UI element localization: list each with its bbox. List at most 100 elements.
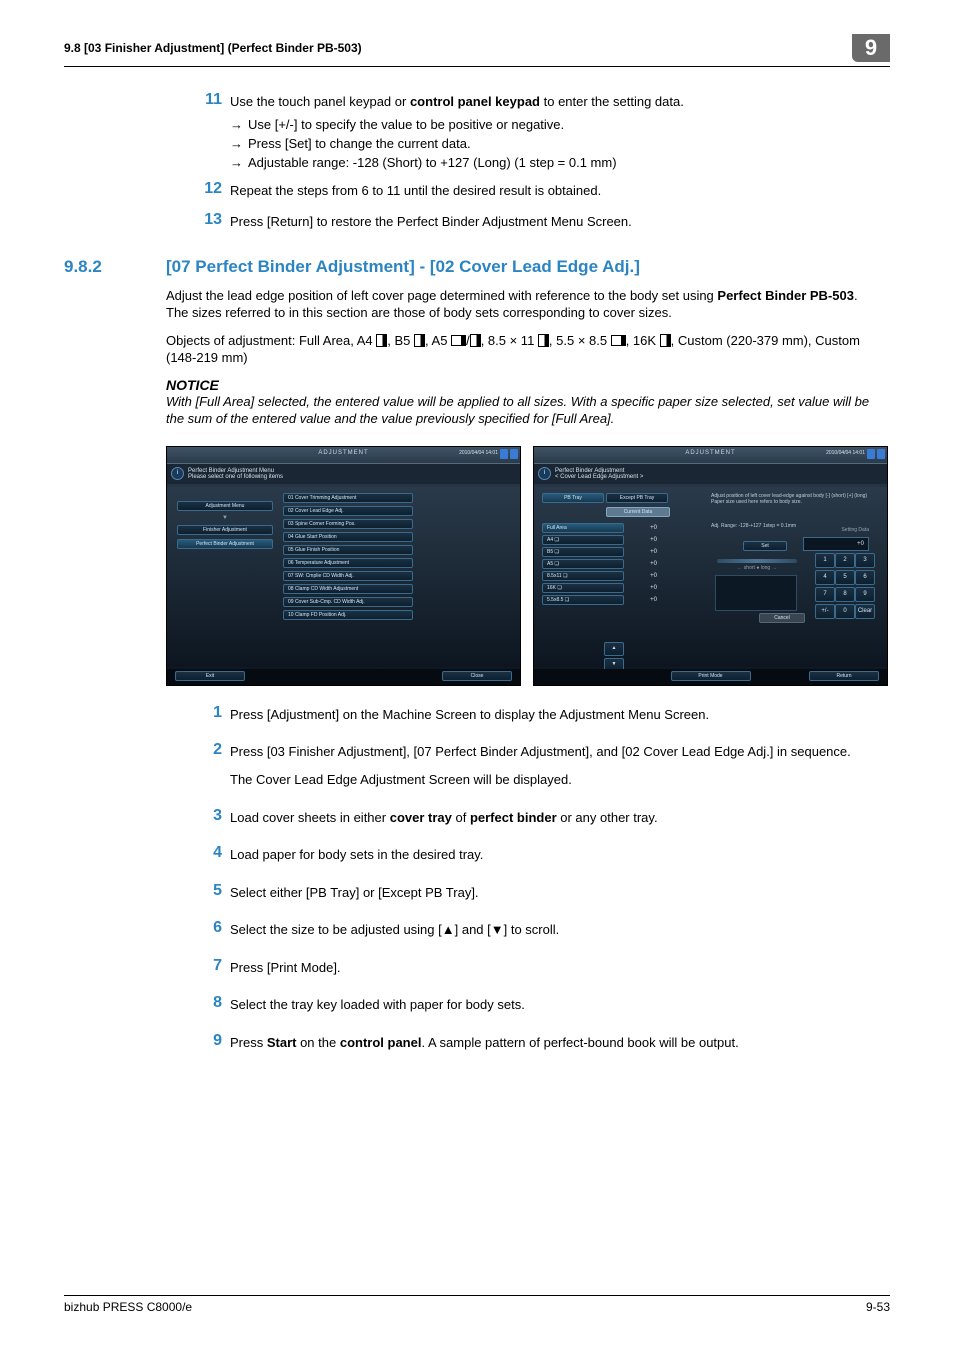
keypad-key[interactable]: Clear: [855, 604, 875, 619]
orientation-icon: [538, 334, 549, 347]
embedded-screenshots: 2010/04/04 14:01 i Perfect Binder Adjust…: [166, 446, 890, 686]
menu-item[interactable]: 01 Cover Trimming Adjustment: [283, 493, 413, 503]
size-button[interactable]: Full Area: [542, 523, 624, 533]
menu-item[interactable]: 05 Glue Finish Position: [283, 545, 413, 555]
illustration-box: [715, 575, 797, 611]
cancel-button-wrap: Cancel: [759, 613, 805, 625]
keypad-key[interactable]: 2: [835, 553, 855, 568]
size-row: B5 ❏+0: [542, 547, 682, 557]
keypad-key[interactable]: 8: [835, 587, 855, 602]
keypad-key[interactable]: 6: [855, 570, 875, 585]
menu-item[interactable]: 10 Clamp FD Position Adj.: [283, 610, 413, 620]
keypad-key[interactable]: 4: [815, 570, 835, 585]
menu-item[interactable]: 08 Clamp CD Width Adjustment: [283, 584, 413, 594]
screenshot-menu: 2010/04/04 14:01 i Perfect Binder Adjust…: [166, 446, 521, 686]
print-mode-button[interactable]: Print Mode: [671, 671, 751, 681]
keypad-key[interactable]: 7: [815, 587, 835, 602]
arrow-up-button[interactable]: ▲: [604, 642, 624, 656]
menu-item[interactable]: 07 SW: Cmplie CD Width Adj.: [283, 571, 413, 581]
size-value: +0: [627, 597, 657, 603]
running-header: 9.8 [03 Finisher Adjustment] (Perfect Bi…: [64, 34, 890, 62]
size-button[interactable]: 5.5x8.5 ❏: [542, 595, 624, 605]
step-block-main: 1 Press [Adjustment] on the Machine Scre…: [186, 704, 870, 1051]
menu-item[interactable]: 02 Cover Lead Edge Adj.: [283, 506, 413, 516]
keypad-key[interactable]: 9: [855, 587, 875, 602]
screen-bottombar: Exit Close: [167, 669, 520, 685]
step-text: Press Start on the control panel. A samp…: [230, 1032, 870, 1052]
step-text: Load cover sheets in either cover tray o…: [230, 807, 870, 827]
notice-body: With [Full Area] selected, the entered v…: [166, 393, 870, 428]
return-button[interactable]: Return: [809, 671, 879, 681]
size-row: 5.5x8.5 ❏+0: [542, 595, 682, 605]
intro-paragraph-2: Objects of adjustment: Full Area, A4 , B…: [166, 332, 870, 367]
screen-titlebar: 2010/04/04 14:01: [167, 447, 520, 464]
step-text: Press [Adjustment] on the Machine Screen…: [230, 704, 870, 724]
step-text: Select the tray key loaded with paper fo…: [230, 994, 870, 1014]
size-button[interactable]: 8.5x11 ❏: [542, 571, 624, 581]
size-value: +0: [627, 573, 657, 579]
menu-item[interactable]: 09 Cover Sub-Cmp. CD Width Adj.: [283, 597, 413, 607]
step-2-after: The Cover Lead Edge Adjustment Screen wi…: [186, 769, 870, 789]
orientation-icon: [376, 334, 387, 347]
orientation-icon: [611, 335, 626, 346]
current-data-tab: Current Data: [606, 507, 670, 519]
step-11-sub-1: → Use [+/-] to specify the value to be p…: [230, 117, 870, 132]
step-text: Load paper for body sets in the desired …: [230, 844, 870, 864]
info-text: Perfect Binder Adjustment < Cover Lead E…: [555, 468, 643, 480]
step-11-sub-3: → Adjustable range: -128 (Short) to +127…: [230, 155, 870, 170]
size-button[interactable]: 16K ❏: [542, 583, 624, 593]
step-7: 7 Press [Print Mode].: [186, 957, 870, 977]
info-icon: i: [538, 467, 551, 480]
step-number: 6: [186, 919, 230, 937]
close-button[interactable]: Close: [442, 671, 512, 681]
keypad-key[interactable]: 1: [815, 553, 835, 568]
step-4: 4 Load paper for body sets in the desire…: [186, 844, 870, 864]
step-text: Press [Print Mode].: [230, 957, 870, 977]
screen-body: PB Tray Except PB Tray Current Data Full…: [534, 487, 887, 667]
size-button[interactable]: A4 ❏: [542, 535, 624, 545]
step-6: 6 Select the size to be adjusted using […: [186, 919, 870, 939]
size-value: +0: [627, 549, 657, 555]
screen-body: Adjustment Menu ▼ Finisher Adjustment Pe…: [167, 487, 520, 667]
step-after-text: The Cover Lead Edge Adjustment Screen wi…: [230, 769, 870, 789]
size-list: Full Area+0 A4 ❏+0 B5 ❏+0 A5 ❏+0 8.5x11 …: [542, 523, 682, 605]
menu-item[interactable]: 04 Glue Start Position: [283, 532, 413, 542]
exit-button[interactable]: Exit: [175, 671, 245, 681]
menu-item[interactable]: 03 Spine Corner Forming Pos.: [283, 519, 413, 529]
section-heading: 9.8.2 [07 Perfect Binder Adjustment] - […: [64, 257, 890, 277]
step-number: 1: [186, 704, 230, 722]
tab-pb-tray[interactable]: PB Tray: [542, 493, 604, 503]
numeric-keypad: 1 2 3 4 5 6 7 8 9 +/- 0 Clear: [815, 553, 873, 619]
tab-except-pb-tray[interactable]: Except PB Tray: [606, 493, 668, 503]
value-readout: +0: [803, 537, 869, 551]
nav-button[interactable]: Finisher Adjustment: [177, 525, 273, 535]
scale-bar: [717, 559, 797, 563]
screen-datetime: 2010/04/04 14:01: [826, 450, 865, 456]
keypad-key[interactable]: +/-: [815, 604, 835, 619]
size-row: A4 ❏+0: [542, 535, 682, 545]
step-number: 8: [186, 994, 230, 1012]
chapter-number-tab: 9: [852, 34, 890, 62]
keypad-key[interactable]: 5: [835, 570, 855, 585]
info-text: Perfect Binder Adjustment Menu Please se…: [188, 468, 283, 480]
cancel-button[interactable]: Cancel: [759, 613, 805, 623]
current-data-label: Current Data: [606, 507, 670, 517]
section-title: [07 Perfect Binder Adjustment] - [02 Cov…: [166, 257, 640, 277]
orientation-icon: [451, 335, 466, 346]
keypad-key[interactable]: 3: [855, 553, 875, 568]
scale-indicator: ← short ● long →: [717, 559, 797, 571]
keypad-key[interactable]: 0: [835, 604, 855, 619]
sub-text: Adjustable range: -128 (Short) to +127 (…: [248, 155, 617, 170]
nav-button[interactable]: Adjustment Menu: [177, 501, 273, 511]
menu-item[interactable]: 06 Temperature Adjustment: [283, 558, 413, 568]
step-9: 9 Press Start on the control panel. A sa…: [186, 1032, 870, 1052]
size-button[interactable]: A5 ❏: [542, 559, 624, 569]
step-number: 9: [186, 1032, 230, 1050]
size-row: 8.5x11 ❏+0: [542, 571, 682, 581]
set-button[interactable]: Set: [743, 541, 787, 551]
step-11-sub-2: → Press [Set] to change the current data…: [230, 136, 870, 151]
step-8: 8 Select the tray key loaded with paper …: [186, 994, 870, 1014]
nav-button-selected[interactable]: Perfect Binder Adjustment: [177, 539, 273, 549]
chevron-down-icon: ▼: [177, 515, 273, 521]
size-button[interactable]: B5 ❏: [542, 547, 624, 557]
